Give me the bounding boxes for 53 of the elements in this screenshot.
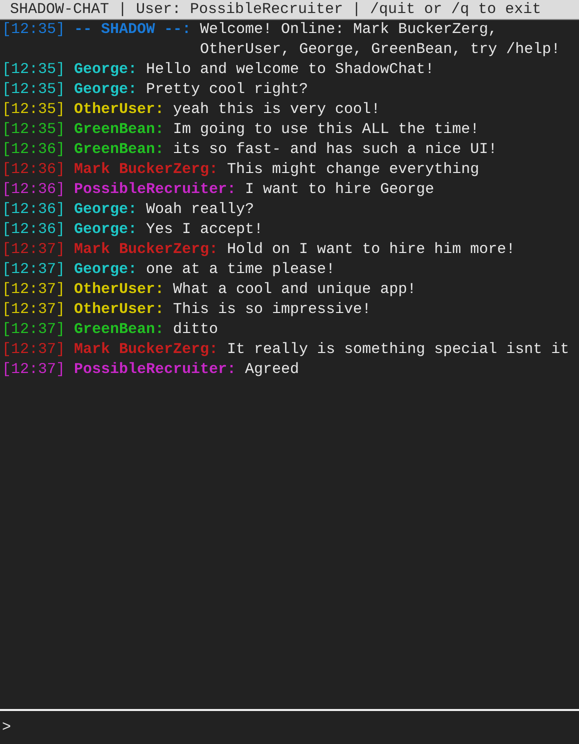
timestamp: [12:37]	[1, 360, 66, 380]
message-text: This might change everything	[227, 160, 480, 180]
username: George:	[74, 260, 138, 280]
message-text: one at a time please!	[146, 260, 336, 280]
message-text: Agreed	[245, 360, 300, 380]
message-text: Hold on I want to hire him more!	[227, 240, 516, 260]
message-text: I want to hire George	[245, 180, 436, 200]
username: PossibleRecruiter:	[74, 360, 236, 380]
timestamp: [12:37]	[1, 320, 66, 340]
username: GreenBean:	[74, 320, 164, 340]
message-text: What a cool and unique app!	[173, 280, 418, 300]
timestamp: [12:36]	[1, 160, 66, 180]
username: GreenBean:	[74, 120, 164, 140]
timestamp: [12:35]	[1, 20, 66, 40]
timestamp: [12:36]	[1, 220, 66, 240]
username: George:	[74, 80, 138, 100]
title-bar: SHADOW-CHAT | User: PossibleRecruiter | /quit or /q to exit	[0, 0, 579, 20]
username: Mark BuckerZerg:	[74, 160, 218, 180]
username: Mark BuckerZerg:	[74, 240, 218, 260]
timestamp: [12:37]	[1, 260, 66, 280]
timestamp: [12:35]	[1, 60, 66, 80]
username: George:	[74, 220, 138, 240]
message-text: Woah really?	[146, 200, 256, 220]
message-text: ditto	[173, 320, 220, 340]
message-text: Pretty cool right?	[146, 80, 310, 100]
username: OtherUser:	[74, 280, 164, 300]
timestamp: [12:36]	[1, 140, 66, 160]
message-text: Hello and welcome to ShadowChat!	[146, 60, 436, 80]
timestamp: [12:37]	[1, 300, 66, 320]
message-text: Yes I accept!	[146, 220, 264, 240]
timestamp: [12:36]	[1, 180, 66, 200]
username: PossibleRecruiter:	[74, 180, 236, 200]
username: OtherUser:	[74, 100, 164, 120]
timestamp: [12:37]	[1, 340, 66, 360]
message-text: It really is something special isnt it	[227, 340, 570, 360]
timestamp: [12:35]	[1, 120, 66, 140]
timestamp: [12:36]	[1, 200, 66, 220]
username: OtherUser:	[74, 300, 164, 320]
timestamp: [12:35]	[1, 100, 66, 120]
timestamp: [12:37]	[1, 240, 66, 260]
username: George:	[74, 200, 138, 220]
message-text: This is so impressive!	[173, 300, 372, 320]
message-text: yeah this is very cool!	[173, 100, 382, 120]
timestamp: [12:37]	[1, 280, 66, 300]
message-text: Im going to use this ALL the time!	[173, 120, 480, 140]
timestamp: [12:35]	[1, 80, 66, 100]
prompt-symbol: >	[1, 718, 12, 738]
message-text: its so fast- and has such a nice UI!	[173, 140, 498, 160]
username: -- SHADOW --:	[74, 20, 192, 40]
message-text: Welcome! Online: Mark BuckerZerg, OtherUser, George, GreenBean, try /help!	[200, 20, 562, 60]
username: GreenBean:	[74, 140, 164, 160]
username: George:	[74, 60, 138, 80]
username: Mark BuckerZerg:	[74, 340, 218, 360]
